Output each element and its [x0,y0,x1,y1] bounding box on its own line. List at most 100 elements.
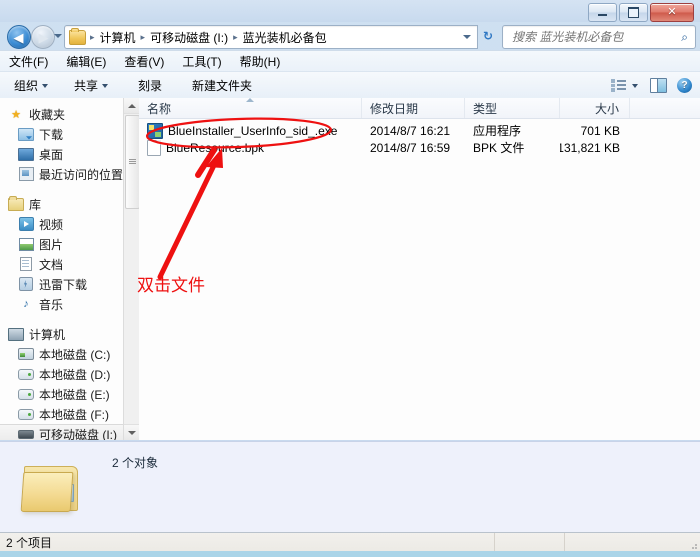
file-type-cell: 应用程序 [473,124,522,138]
preview-pane-button[interactable] [646,76,671,95]
nav-item-recent-places[interactable]: 最近访问的位置 [0,164,138,184]
nav-item-thunder-download[interactable]: 迅雷下载 [0,274,138,294]
drive-icon [18,366,34,382]
minimize-button[interactable] [588,3,617,22]
column-header-name-label: 名称 [147,101,172,116]
menu-item-view[interactable]: 查看(V) [115,51,173,72]
library-folder-icon [8,195,24,212]
address-bar[interactable]: ▸ 计算机 ▸ 可移动磁盘 (I:) ▸ 蓝光装机必备包 [64,25,478,49]
details-pane: 2 个对象 [0,441,700,532]
column-header-type[interactable]: 类型 [465,98,560,118]
view-dropdown-button[interactable] [632,82,644,90]
exe-file-icon [147,122,163,139]
history-dropdown-icon[interactable] [54,34,62,38]
close-button[interactable]: ✕ [650,3,694,22]
navigation-list: ★ 收藏夹 下载 桌面 最近访问的位置 库 视频 图片 文档 迅雷下载 ♪ 音乐… [0,98,138,440]
nav-item-recent-places-label: 最近访问的位置 [39,167,124,182]
nav-item-pictures[interactable]: 图片 [0,234,138,254]
breadcrumb-item-computer[interactable]: 计算机 [97,29,139,46]
breadcrumb: ▸ 计算机 ▸ 可移动磁盘 (I:) ▸ 蓝光装机必备包 [88,29,330,46]
organize-button[interactable]: 组织 [6,74,56,97]
nav-item-documents[interactable]: 文档 [0,254,138,274]
file-date-cell: 2014/8/7 16:21 [370,123,451,138]
new-folder-button[interactable]: 新建文件夹 [184,74,260,97]
help-icon: ? [677,78,692,93]
nav-group-favorites[interactable]: ★ 收藏夹 [0,104,138,124]
toolbar-right-group: ? [607,72,696,99]
document-icon [18,256,34,272]
navigation-scrollbar[interactable] [123,98,140,440]
nav-item-drive-c[interactable]: 本地磁盘 (C:) [0,344,138,364]
navigation-pane: ★ 收藏夹 下载 桌面 最近访问的位置 库 视频 图片 文档 迅雷下载 ♪ 音乐… [0,98,139,440]
music-icon: ♪ [23,298,29,310]
file-name-cell: BlueResource.bpk [139,139,362,156]
column-header-type-label: 类型 [473,101,498,116]
nav-item-music-label: 音乐 [39,297,64,312]
nav-item-removable-disk-i[interactable]: 可移动磁盘 (I:) [0,424,138,440]
nav-item-music[interactable]: ♪ 音乐 [0,294,138,314]
window-controls: ✕ [588,3,694,22]
column-header-date-label: 修改日期 [370,101,419,116]
nav-group-libraries[interactable]: 库 [0,194,138,214]
menu-item-tools[interactable]: 工具(T) [173,51,230,72]
thunder-download-icon [18,276,34,292]
address-dropdown-icon[interactable] [463,35,471,39]
system-drive-icon [18,346,34,362]
close-icon: ✕ [667,6,677,18]
sort-ascending-icon [246,98,254,102]
maximize-button[interactable] [619,3,648,22]
nav-item-drive-f[interactable]: 本地磁盘 (F:) [0,404,138,424]
folder-preview-icon [20,462,80,512]
file-name: BlueResource.bpk [166,140,265,155]
scroll-up-button[interactable] [124,98,139,114]
share-button[interactable]: 共享 [66,74,116,97]
column-header-date-modified[interactable]: 修改日期 [362,98,465,118]
chevron-down-icon [42,83,49,88]
menu-bar: 文件(F) 编辑(E) 查看(V) 工具(T) 帮助(H) [0,50,700,72]
burn-button[interactable]: 刻录 [130,74,170,97]
nav-item-downloads[interactable]: 下载 [0,124,138,144]
video-icon [18,216,34,232]
forward-button[interactable]: ▶ [31,25,55,49]
file-type-cell: BPK 文件 [473,141,525,155]
nav-item-drive-e[interactable]: 本地磁盘 (E:) [0,384,138,404]
nav-item-drive-d[interactable]: 本地磁盘 (D:) [0,364,138,384]
refresh-button[interactable]: ↻ [478,25,498,47]
search-input[interactable] [510,29,674,45]
column-header-name[interactable]: 名称 [139,98,362,118]
breadcrumb-item-removable-disk[interactable]: 可移动磁盘 (I:) [147,29,231,46]
file-size-cell: 701 KB [580,123,620,138]
scrollbar-thumb[interactable] [125,115,140,209]
nav-item-removable-disk-i-label: 可移动磁盘 (I:) [39,427,117,441]
nav-group-computer[interactable]: 计算机 [0,324,138,344]
preview-pane-icon [650,78,667,93]
help-button[interactable]: ? [673,76,696,95]
scroll-down-button[interactable] [124,424,139,440]
annotation-text: 双击文件 [137,276,205,296]
back-button[interactable]: ◀ [7,25,31,49]
menu-item-edit[interactable]: 编辑(E) [57,51,115,72]
nav-item-downloads-label: 下载 [39,127,64,142]
resize-grip-icon[interactable] [688,540,698,550]
column-header-spacer[interactable] [630,98,700,118]
change-view-button[interactable] [607,77,630,94]
column-header-row: 名称 修改日期 类型 大小 [139,98,700,119]
file-name-cell: BlueInstaller_UserInfo_sid_.exe [139,122,362,139]
nav-item-videos[interactable]: 视频 [0,214,138,234]
file-rows: BlueInstaller_UserInfo_sid_.exe 2014/8/7… [139,119,700,156]
table-row[interactable]: BlueResource.bpk 2014/8/7 16:59 BPK 文件 1… [139,139,700,156]
nav-item-pictures-label: 图片 [39,237,64,252]
nav-group-libraries-label: 库 [29,197,42,212]
table-row[interactable]: BlueInstaller_UserInfo_sid_.exe 2014/8/7… [139,122,700,139]
column-header-size[interactable]: 大小 [560,98,630,118]
menu-item-file[interactable]: 文件(F) [0,51,57,72]
search-box[interactable]: ⌕ [502,25,696,49]
menu-item-help[interactable]: 帮助(H) [231,51,290,72]
status-item-count: 2 个项目 [0,533,495,552]
share-label: 共享 [74,79,99,93]
nav-item-desktop[interactable]: 桌面 [0,144,138,164]
folder-icon [69,27,86,45]
file-list-pane: 名称 修改日期 类型 大小 BlueInstaller_UserInfo_sid… [139,98,700,440]
breadcrumb-item-current-folder[interactable]: 蓝光装机必备包 [240,29,330,46]
